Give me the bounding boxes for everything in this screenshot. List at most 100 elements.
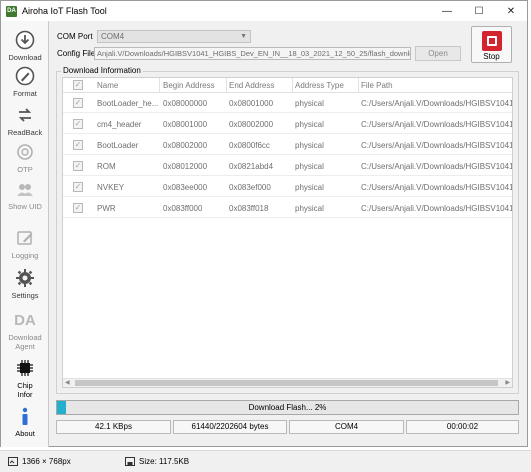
column-header-type: Address Type bbox=[295, 81, 344, 90]
row-address-type: physical bbox=[295, 141, 324, 150]
row-address-type: physical bbox=[295, 204, 324, 213]
row-checkbox[interactable]: ✓ bbox=[73, 203, 83, 213]
sidebar-item-label: Chip bbox=[17, 381, 33, 390]
minimize-button[interactable]: — bbox=[431, 1, 463, 21]
com-port-select[interactable]: COM4 ▼ bbox=[97, 30, 251, 43]
row-end-address: 0x08002000 bbox=[229, 120, 274, 129]
sidebar-item-label: Format bbox=[13, 89, 37, 98]
row-address-type: physical bbox=[295, 120, 324, 129]
row-begin-address: 0x08001000 bbox=[163, 120, 208, 129]
table-row[interactable]: ✓ PWR 0x083ff000 0x083ff018 physical C:/… bbox=[63, 198, 512, 218]
row-address-type: physical bbox=[295, 183, 324, 192]
otp-icon bbox=[14, 141, 36, 163]
logging-icon bbox=[14, 227, 36, 249]
flash-tool-window: DA Airoha IoT Flash Tool — ☐ ✕ Download … bbox=[0, 0, 528, 447]
column-divider bbox=[226, 78, 227, 93]
download-info-table: ✓ Name Begin Address End Address Address… bbox=[62, 77, 513, 388]
sidebar-item-settings[interactable]: Settings bbox=[1, 267, 49, 300]
table-row[interactable]: ✓ NVKEY 0x083ee000 0x083ef000 physical C… bbox=[63, 177, 512, 197]
disk-icon bbox=[125, 457, 135, 466]
row-checkbox[interactable]: ✓ bbox=[73, 140, 83, 150]
close-button[interactable]: ✕ bbox=[495, 1, 527, 21]
config-file-field[interactable]: Anjali.V/Downloads/HGIBSV1041_HGIBS_Dev_… bbox=[94, 47, 411, 60]
open-button[interactable]: Open bbox=[415, 46, 461, 61]
scroll-left-icon[interactable]: ◀ bbox=[65, 379, 70, 386]
sidebar-item-logging[interactable]: Logging bbox=[1, 227, 49, 260]
sidebar-item-label: Download bbox=[8, 333, 42, 342]
resolution-text: 1366 × 768px bbox=[22, 457, 71, 466]
show-uid-icon bbox=[14, 178, 36, 200]
row-file-path: C:/Users/Anjali.V/Downloads/HGIBSV1041_I bbox=[361, 99, 513, 108]
stop-button[interactable]: Stop bbox=[471, 26, 512, 63]
column-header-end: End Address bbox=[229, 81, 275, 90]
table-row[interactable]: ✓ BootLoader 0x08002000 0x0800f6cc physi… bbox=[63, 135, 512, 155]
row-checkbox[interactable]: ✓ bbox=[73, 161, 83, 171]
sidebar-item-about[interactable]: About bbox=[1, 405, 49, 438]
row-end-address: 0x0800f6cc bbox=[229, 141, 270, 150]
row-address-type: physical bbox=[295, 99, 324, 108]
row-begin-address: 0x08002000 bbox=[163, 141, 208, 150]
sidebar-item-download-agent[interactable]: DA Download Agent bbox=[1, 309, 49, 352]
progress-text: Download Flash... 2% bbox=[248, 403, 327, 412]
stop-label: Stop bbox=[483, 52, 500, 61]
row-file-path: C:/Users/Anjali.V/Downloads/HGIBSV1041_I bbox=[361, 120, 513, 129]
horizontal-scrollbar[interactable]: ◀ ▶ bbox=[63, 378, 512, 387]
table-row[interactable]: ✓ BootLoader_he... 0x08000000 0x08001000… bbox=[63, 93, 512, 113]
sidebar-item-chip-infor[interactable]: Chip Infor bbox=[1, 357, 49, 399]
scroll-right-icon[interactable]: ▶ bbox=[505, 379, 510, 386]
maximize-button[interactable]: ☐ bbox=[463, 1, 495, 21]
da-icon-text: DA bbox=[14, 311, 36, 329]
row-checkbox[interactable]: ✓ bbox=[73, 119, 83, 129]
row-file-path: C:/Users/Anjali.V/Downloads/HGIBSV1041_I bbox=[361, 183, 513, 192]
viewer-status-bar: 1366 × 768px Size: 117.5KB bbox=[0, 450, 531, 472]
sidebar-item-readback[interactable]: ReadBack bbox=[1, 104, 49, 137]
window-controls: — ☐ ✕ bbox=[431, 1, 527, 21]
sidebar-item-label: About bbox=[15, 429, 35, 438]
row-name: PWR bbox=[97, 204, 116, 213]
row-end-address: 0x083ff018 bbox=[229, 204, 269, 213]
column-header-begin: Begin Address bbox=[163, 81, 215, 90]
column-divider bbox=[358, 78, 359, 93]
select-all-checkbox[interactable]: ✓ bbox=[73, 80, 83, 90]
com-port-label: COM Port bbox=[57, 32, 93, 41]
row-file-path: C:/Users/Anjali.V/Downloads/HGIBSV1041_I bbox=[361, 141, 513, 150]
sidebar-item-label: Settings bbox=[11, 291, 39, 300]
row-name: BootLoader_he... bbox=[97, 99, 159, 108]
info-icon bbox=[14, 405, 36, 427]
status-bytes: 61440/2202604 bytes bbox=[173, 420, 287, 434]
sidebar-item-label: Logging bbox=[11, 251, 39, 260]
sidebar-item-label: Show UID bbox=[8, 202, 42, 211]
column-divider bbox=[292, 78, 293, 93]
readback-icon bbox=[14, 104, 36, 126]
row-begin-address: 0x083ff000 bbox=[163, 204, 203, 213]
download-progress-bar: Download Flash... 2% bbox=[56, 400, 519, 415]
sidebar-item-label: OTP bbox=[17, 165, 33, 174]
table-row[interactable]: ✓ cm4_header 0x08001000 0x08002000 physi… bbox=[63, 114, 512, 134]
sidebar-item-label: Download bbox=[8, 53, 42, 62]
size-info: Size: 117.5KB bbox=[125, 457, 189, 466]
row-begin-address: 0x083ee000 bbox=[163, 183, 208, 192]
sidebar-item-otp[interactable]: OTP bbox=[1, 141, 49, 174]
row-checkbox[interactable]: ✓ bbox=[73, 182, 83, 192]
status-speed: 42.1 KBps bbox=[56, 420, 171, 434]
sidebar: Download Format ReadBack OTP Show UID Lo… bbox=[1, 21, 49, 447]
sidebar-item-show-uid[interactable]: Show UID bbox=[1, 178, 49, 211]
status-port: COM4 bbox=[289, 420, 404, 434]
row-name: ROM bbox=[97, 162, 116, 171]
sidebar-item-download[interactable]: Download bbox=[1, 29, 49, 62]
row-name: cm4_header bbox=[97, 120, 142, 129]
size-text: Size: 117.5KB bbox=[139, 457, 190, 466]
settings-icon bbox=[14, 267, 36, 289]
status-elapsed: 00:00:02 bbox=[406, 420, 519, 434]
sidebar-item-label-line2: Infor bbox=[17, 390, 33, 399]
scrollbar-thumb[interactable] bbox=[75, 380, 498, 386]
window-title: Airoha IoT Flash Tool bbox=[22, 6, 107, 16]
row-checkbox[interactable]: ✓ bbox=[73, 98, 83, 108]
title-bar: DA Airoha IoT Flash Tool — ☐ ✕ bbox=[1, 1, 527, 21]
table-row[interactable]: ✓ ROM 0x08012000 0x0821abd4 physical C:/… bbox=[63, 156, 512, 176]
row-begin-address: 0x08000000 bbox=[163, 99, 208, 108]
sidebar-item-format[interactable]: Format bbox=[1, 65, 49, 98]
row-name: NVKEY bbox=[97, 183, 125, 192]
download-icon bbox=[14, 29, 36, 51]
resolution-info: 1366 × 768px bbox=[8, 457, 71, 466]
